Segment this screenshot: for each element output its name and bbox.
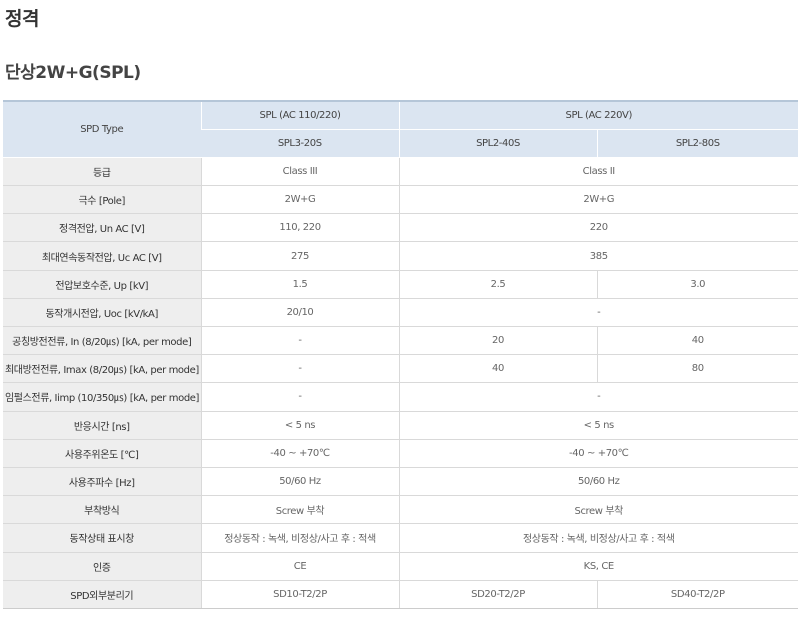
table-cell: 40: [596, 326, 798, 356]
row-label: 극수 [Pole]: [3, 185, 201, 215]
table-cell: 20/10: [200, 298, 399, 328]
row-label: SPD외부분리기: [3, 580, 201, 609]
table-cell: 20: [398, 326, 597, 356]
table-cell: 110, 220: [200, 213, 399, 243]
row-label: 동작상태 표시창: [3, 523, 201, 553]
table-row: 임펄스전류, Iimp (10/350㎲) [kA, per mode] - -: [3, 382, 798, 412]
group-header-spl-ac-220v: SPL (AC 220V): [398, 101, 798, 130]
row-label: 인증: [3, 552, 201, 581]
table-row: 동작개시전압, Uoc [kV/kA] 20/10-: [3, 298, 798, 328]
table-cell: 80: [596, 354, 798, 384]
row-label: 정격전압, Un AC [V]: [3, 213, 201, 243]
table-row: 등급 Class III Class II: [3, 157, 798, 187]
group-header-spl-ac-110-220: SPL (AC 110/220): [200, 101, 399, 130]
table-row: 최대연속동작전압, Uc AC [V] 275 385: [3, 241, 798, 271]
spec-table-body: 등급 Class III Class II 극수 [Pole] 2W+G 2W+G 정격전압…: [3, 157, 798, 609]
row-label: 사용주위온도 [℃]: [3, 439, 201, 468]
spec-table-header: SPD Type SPL (AC 110/220) SPL (AC 220V) …: [3, 101, 798, 158]
row-label: 사용주파수 [Hz]: [3, 467, 201, 497]
table-cell: 50/60 Hz: [398, 467, 798, 497]
row-label: 최대방전전류, Imax (8/20㎲) [kA, per mode]: [3, 354, 201, 384]
table-cell: 정상동작 : 녹색, 비정상/사고 후 : 적색: [200, 523, 399, 553]
table-cell: 정상동작 : 녹색, 비정상/사고 후 : 적색: [398, 523, 798, 553]
table-cell: 2W+G: [398, 185, 798, 215]
table-row: 전압보호수준, Up [kV] 1.5 2.5 3.0: [3, 270, 798, 299]
table-cell: -: [200, 326, 399, 356]
section-title: 단상2W+G(SPL): [5, 63, 141, 83]
spd-type-header: SPD Type: [3, 101, 201, 158]
table-cell: -: [200, 354, 399, 384]
table-cell: 220: [398, 213, 798, 243]
model-header: SPL2-80S: [596, 129, 798, 158]
table-cell: Screw 부착: [200, 495, 399, 525]
row-label: 부착방식: [3, 495, 201, 525]
page-title: 정격: [5, 8, 39, 30]
table-cell: SD10-T2/2P: [200, 580, 399, 609]
table-cell: 385: [398, 241, 798, 271]
row-label: 반응시간 [ns]: [3, 411, 201, 440]
table-row: 부착방식 Screw 부착 Screw 부착: [3, 495, 798, 525]
row-label: 전압보호수준, Up [kV]: [3, 270, 201, 299]
spec-table: SPD Type SPL (AC 110/220) SPL (AC 220V) …: [3, 100, 798, 609]
table-cell: SD20-T2/2P: [398, 580, 597, 609]
table-row: 인증 CE KS, CE: [3, 552, 798, 581]
table-cell: Screw 부착: [398, 495, 798, 525]
table-cell: Class II: [398, 157, 798, 187]
table-cell: 3.0: [596, 270, 798, 299]
table-cell: 275: [200, 241, 399, 271]
table-row: 사용주파수 [Hz] 50/60 Hz 50/60 Hz: [3, 467, 798, 497]
table-cell: CE: [200, 552, 399, 581]
table-row: 정격전압, Un AC [V] 110, 220 220: [3, 213, 798, 243]
row-label: 임펄스전류, Iimp (10/350㎲) [kA, per mode]: [3, 382, 201, 412]
table-row: 동작상태 표시창 정상동작 : 녹색, 비정상/사고 후 : 적색 정상동작 : 녹…: [3, 523, 798, 553]
table-cell: 1.5: [200, 270, 399, 299]
table-cell: -: [398, 382, 798, 412]
table-cell: 50/60 Hz: [200, 467, 399, 497]
model-header: SPL3-20S: [201, 129, 399, 158]
row-label: 최대연속동작전압, Uc AC [V]: [3, 241, 201, 271]
table-cell: -40 ~ +70℃: [200, 439, 399, 468]
table-row: 극수 [Pole] 2W+G 2W+G: [3, 185, 798, 215]
table-row: 반응시간 [ns] < 5 ns < 5 ns: [3, 411, 798, 440]
table-cell: SD40-T2/2P: [596, 580, 798, 609]
row-label: 동작개시전압, Uoc [kV/kA]: [3, 298, 201, 328]
table-row: SPD외부분리기 SD10-T2/2P SD20-T2/2P SD40-T2/2P: [3, 580, 798, 609]
table-row: 최대방전전류, Imax (8/20㎲) [kA, per mode] -40 80: [3, 354, 798, 384]
table-cell: 2.5: [398, 270, 597, 299]
table-cell: -: [398, 298, 798, 328]
row-label: 등급: [3, 157, 201, 187]
table-cell: -: [200, 382, 399, 412]
table-cell: KS, CE: [398, 552, 798, 581]
table-row: 공칭방전전류, In (8/20㎲) [kA, per mode] -20 40: [3, 326, 798, 356]
row-label: 공칭방전전류, In (8/20㎲) [kA, per mode]: [3, 326, 201, 356]
model-header: SPL2-40S: [398, 129, 597, 158]
table-row: 사용주위온도 [℃] -40 ~ +70℃ -40 ~ +70℃: [3, 439, 798, 468]
table-cell: -40 ~ +70℃: [398, 439, 798, 468]
table-cell: 2W+G: [200, 185, 399, 215]
table-cell: < 5 ns: [200, 411, 399, 440]
table-cell: 40: [398, 354, 597, 384]
table-cell: < 5 ns: [398, 411, 798, 440]
table-cell: Class III: [200, 157, 399, 187]
